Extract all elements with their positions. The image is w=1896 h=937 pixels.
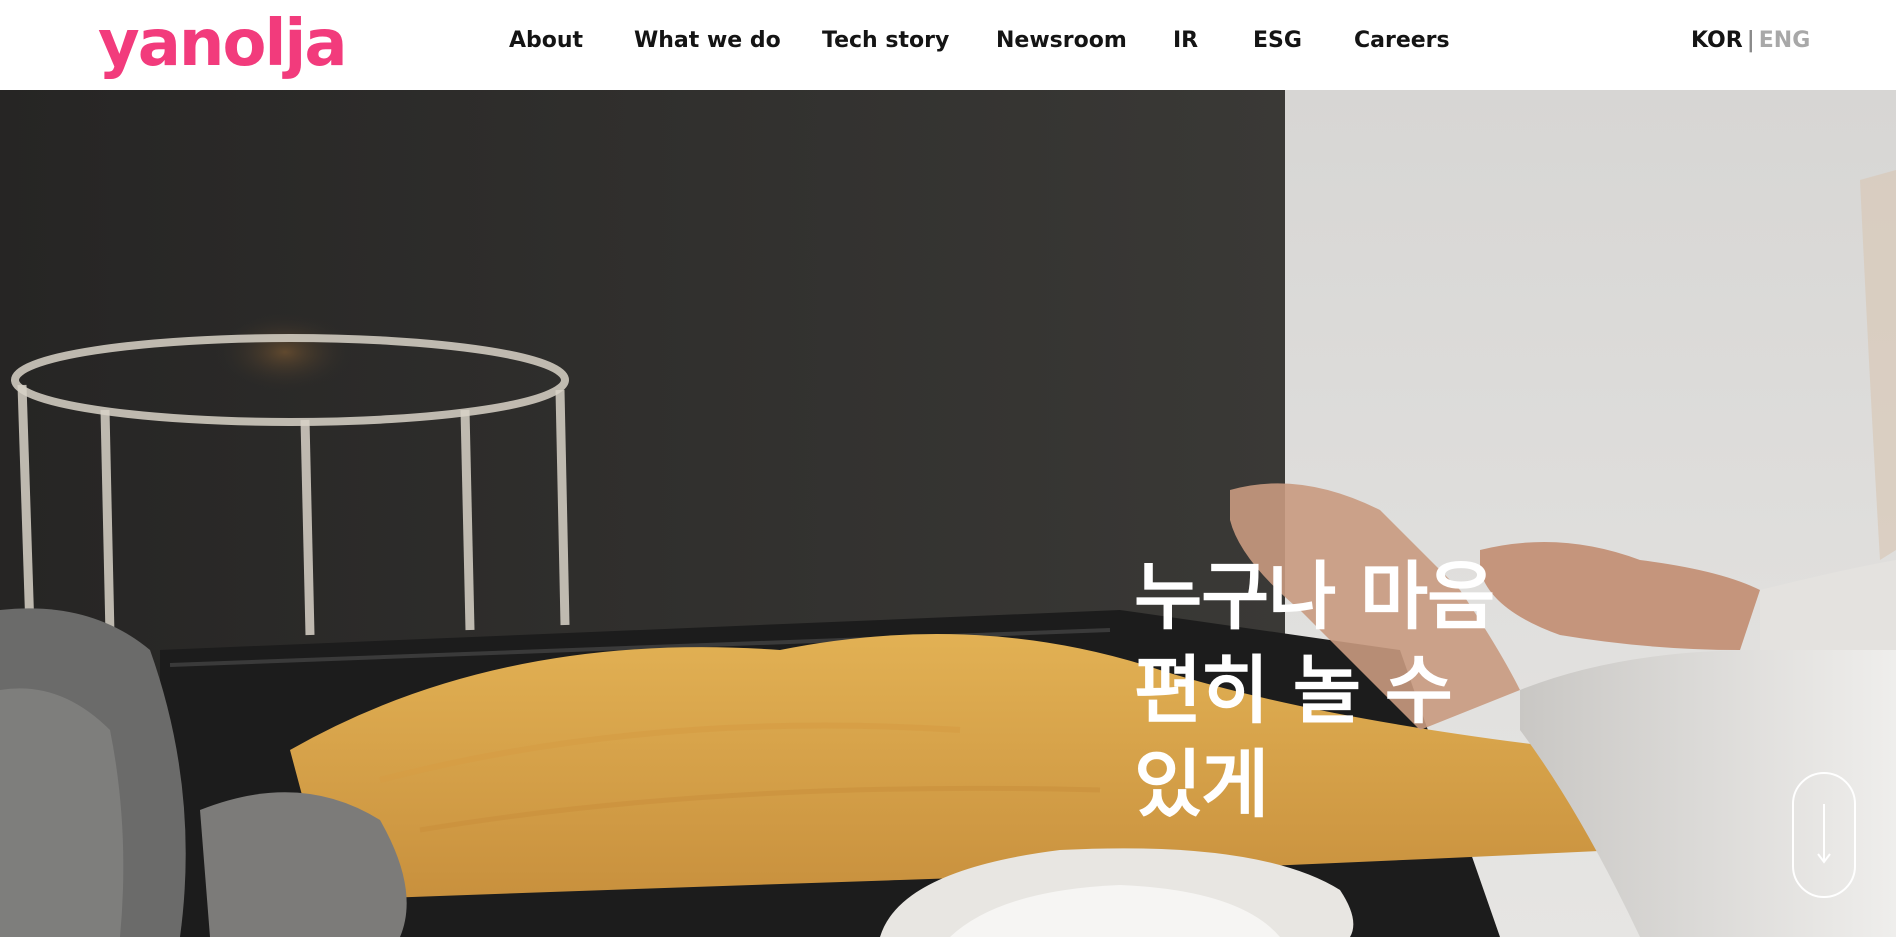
arrow-down-icon xyxy=(1817,804,1831,864)
hero-video: 누구나 마음 편히 놀 수 있게 xyxy=(0,90,1896,937)
nav-item-tech-story[interactable]: Tech story xyxy=(822,28,949,53)
nav-item-about[interactable]: About xyxy=(509,28,583,53)
hero-headline-line: 있게 xyxy=(1134,742,1269,828)
nav-item-esg[interactable]: ESG xyxy=(1253,28,1302,53)
lang-kor-link[interactable]: KOR xyxy=(1691,28,1743,53)
nav-item-ir[interactable]: IR xyxy=(1173,28,1198,53)
lang-separator: | xyxy=(1746,28,1755,53)
hero-headline: 누구나 마음 편히 놀 수 있게 xyxy=(1134,550,1495,832)
site-header: yanolja About What we do Tech story News… xyxy=(0,0,1896,90)
lang-eng-link[interactable]: ENG xyxy=(1759,28,1811,53)
nav-item-newsroom[interactable]: Newsroom xyxy=(996,28,1127,53)
nav-item-what-we-do[interactable]: What we do xyxy=(634,28,781,53)
hero-background-image xyxy=(0,90,1896,937)
main-nav: About What we do Tech story Newsroom IR … xyxy=(0,0,1896,84)
hero-headline-line: 누구나 마음 xyxy=(1134,554,1495,640)
scroll-down-button[interactable] xyxy=(1792,772,1856,898)
hero-headline-line: 편히 놀 수 xyxy=(1134,648,1453,734)
nav-item-careers[interactable]: Careers xyxy=(1354,28,1450,53)
language-switch: KOR | ENG xyxy=(1691,28,1810,53)
